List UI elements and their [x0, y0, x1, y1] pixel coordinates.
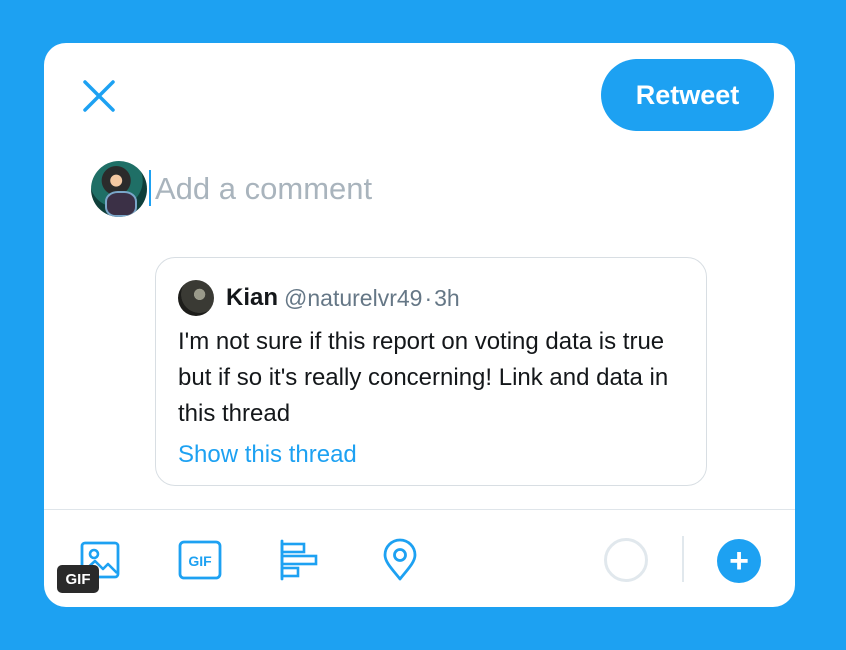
add-poll-button[interactable]	[276, 536, 324, 584]
close-button[interactable]	[78, 75, 120, 117]
time-separator: ·	[424, 284, 433, 311]
quoted-tweet-time: 3h	[434, 284, 460, 311]
svg-text:GIF: GIF	[188, 553, 212, 569]
quoted-tweet-text: I'm not sure if this report on voting da…	[178, 328, 669, 427]
add-tweet-button[interactable]: +	[717, 539, 761, 583]
retweet-button[interactable]: Retweet	[601, 59, 774, 131]
close-icon	[83, 80, 115, 112]
retweet-dialog: Retweet Kian @naturelvr49 · 3h I'm not s…	[44, 43, 795, 607]
gif-icon: GIF	[178, 540, 222, 580]
quoted-tweet-header: Kian @naturelvr49 · 3h	[178, 280, 684, 316]
quoted-user-name: Kian	[226, 284, 279, 311]
add-location-button[interactable]	[376, 536, 424, 584]
toolbar-separator	[682, 536, 684, 582]
gif-badge: GIF	[57, 565, 99, 593]
location-icon	[383, 538, 417, 581]
poll-icon	[280, 539, 318, 581]
user-avatar	[91, 161, 147, 217]
text-caret	[149, 170, 151, 206]
add-gif-button[interactable]: GIF	[176, 536, 224, 584]
show-thread-link[interactable]: Show this thread	[178, 441, 357, 469]
quoted-user-handle: @naturelvr49	[284, 284, 423, 311]
quoted-user-avatar	[178, 280, 214, 316]
character-counter-ring	[604, 538, 648, 582]
comment-input[interactable]	[155, 165, 715, 213]
toolbar-divider	[44, 509, 795, 510]
quoted-tweet-card[interactable]: Kian @naturelvr49 · 3h I'm not sure if t…	[155, 257, 707, 486]
